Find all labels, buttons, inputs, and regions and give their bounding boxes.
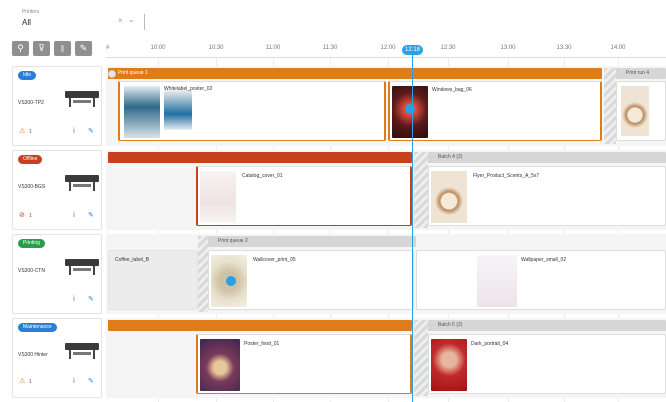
job-thumbnail xyxy=(124,86,160,138)
printer-image xyxy=(65,259,99,275)
job-title: Whitelabel_poster_02 xyxy=(164,86,213,92)
chevron-down-icon[interactable]: ⌄ xyxy=(128,15,135,24)
status-badge: Idle xyxy=(18,71,37,80)
edit-icon[interactable]: ✎ xyxy=(88,377,94,385)
queue-header[interactable]: Print queue 1 xyxy=(108,68,602,79)
time-tick: 11:30 xyxy=(322,45,338,51)
job-thumbnail xyxy=(621,86,649,136)
machine-card[interactable]: Offline VS300-BGS ⊘ 1 ⅰ ✎ xyxy=(12,150,102,230)
printer-image xyxy=(65,343,99,359)
job-thumbnail xyxy=(200,171,236,223)
time-ruler: # 10:00 10:30 11:00 11:30 12:00 12:30 13… xyxy=(106,40,666,58)
gap-hatch xyxy=(414,152,428,228)
job-title: Windows_bag_06 xyxy=(432,87,472,93)
gap-hatch xyxy=(604,68,616,144)
job-title: Wallpaper_small_02 xyxy=(521,257,567,263)
chart-icon[interactable]: ⫾ xyxy=(54,41,71,56)
warning-icon: ⚠ xyxy=(19,128,26,135)
time-tick: 10:00 xyxy=(150,45,166,51)
job-title: Wallcover_print_05 xyxy=(253,257,296,263)
print-job-card[interactable]: Poster_food_01 xyxy=(196,334,412,394)
search-icon[interactable]: ⚲ xyxy=(12,41,29,56)
print-job-card[interactable]: Windows_bag_06 xyxy=(388,81,602,141)
time-tick: 13:30 xyxy=(556,45,572,51)
print-job-card[interactable]: Wallpaper_small_02 xyxy=(416,250,666,310)
print-job-card[interactable]: Catalog_cover_01 xyxy=(196,166,412,226)
print-job-card[interactable]: Whitelabel_poster_02 xyxy=(118,81,386,141)
edit-icon[interactable]: ✎ xyxy=(88,211,94,219)
machine-name: VS300-CTN xyxy=(18,268,45,274)
edit-icon[interactable]: ✎ xyxy=(88,127,94,135)
drag-handle[interactable] xyxy=(405,104,415,114)
job-thumbnail xyxy=(431,339,467,391)
print-job-card[interactable]: Flyer_Product_Scents_A_5x7 xyxy=(428,166,666,226)
error-icon: ⊘ xyxy=(19,212,25,219)
info-icon[interactable]: ⅰ xyxy=(73,377,75,385)
warning-icon: ⚠ xyxy=(19,378,26,385)
gap-hatch xyxy=(198,236,208,312)
job-title: Dark_portrait_04 xyxy=(471,341,509,347)
edit-icon[interactable]: ✎ xyxy=(88,295,94,303)
filter-divider xyxy=(144,14,145,30)
job-title: Catalog_cover_01 xyxy=(242,173,283,179)
alert-count: 1 xyxy=(29,213,32,219)
info-icon[interactable]: ⅰ xyxy=(73,211,75,219)
queue-header[interactable]: Batch 5 (2) xyxy=(428,320,666,331)
job-title: Poster_food_01 xyxy=(244,341,280,347)
filter-value: All xyxy=(22,18,31,27)
status-badge: Maintenance xyxy=(18,323,57,332)
gap-hatch xyxy=(414,320,428,396)
job-thumbnail xyxy=(200,339,240,391)
machine-card[interactable]: Maintenance VS300 Hinter ⚠ 1 ⅰ ✎ xyxy=(12,318,102,398)
time-tick: 12:30 xyxy=(440,45,456,51)
status-badge: Printing xyxy=(18,239,45,248)
machine-name: VS300 Hinter xyxy=(18,352,48,358)
current-time-indicator[interactable]: 12:18 xyxy=(402,45,423,55)
queue-header[interactable] xyxy=(108,152,412,163)
printer-filter-select[interactable]: Printers All × ⌄ xyxy=(10,6,145,34)
machine-name: VS300-TP2 xyxy=(18,100,44,106)
queue-header[interactable]: Print queue 2 xyxy=(208,236,416,247)
info-icon[interactable]: ⅰ xyxy=(73,295,75,303)
drag-handle[interactable] xyxy=(226,276,236,286)
ruler-hash: # xyxy=(106,45,110,51)
print-job-card[interactable]: Coffee_label_B xyxy=(108,250,198,310)
toolbar: ⚲ ⊽ ⫾ ✎ xyxy=(12,41,92,56)
machine-card[interactable]: Idle VS300-TP2 ⚠ 1 ⅰ ✎ xyxy=(12,66,102,146)
queue-header[interactable] xyxy=(108,320,412,331)
job-thumbnail xyxy=(164,90,192,130)
info-icon[interactable]: ⅰ xyxy=(73,127,75,135)
print-job-card[interactable]: Dark_portrait_04 xyxy=(428,334,666,394)
time-tick: 14:00 xyxy=(610,45,626,51)
status-badge: Offline xyxy=(18,155,43,164)
filter-caption: Printers xyxy=(22,9,40,15)
time-tick: 10:30 xyxy=(208,45,224,51)
current-time-line[interactable] xyxy=(412,50,413,402)
print-job-card[interactable] xyxy=(616,81,666,141)
alert-count: 1 xyxy=(29,379,32,385)
collapse-icon[interactable] xyxy=(108,70,116,78)
machine-card[interactable]: Printing VS300-CTN ⅰ ✎ xyxy=(12,234,102,314)
job-title: Coffee_label_B xyxy=(115,257,150,263)
alert-count: 1 xyxy=(29,129,32,135)
machine-name: VS300-BGS xyxy=(18,184,46,190)
time-tick: 11:00 xyxy=(265,45,281,51)
printer-image xyxy=(65,175,99,191)
job-thumbnail xyxy=(477,255,517,307)
queue-header[interactable]: Batch 4 (2) xyxy=(428,152,666,163)
filter-icon[interactable]: ⊽ xyxy=(33,41,50,56)
job-title: Flyer_Product_Scents_A_5x7 xyxy=(473,173,540,179)
clear-icon[interactable]: × xyxy=(118,16,123,25)
queue-header[interactable]: Print run 4 xyxy=(616,68,666,79)
time-tick: 12:00 xyxy=(380,45,396,51)
printer-image xyxy=(65,91,99,107)
time-tick: 13:00 xyxy=(500,45,516,51)
print-job-card[interactable]: Wallcover_print_05 xyxy=(208,250,414,310)
edit-icon[interactable]: ✎ xyxy=(75,41,92,56)
job-thumbnail xyxy=(431,171,467,223)
